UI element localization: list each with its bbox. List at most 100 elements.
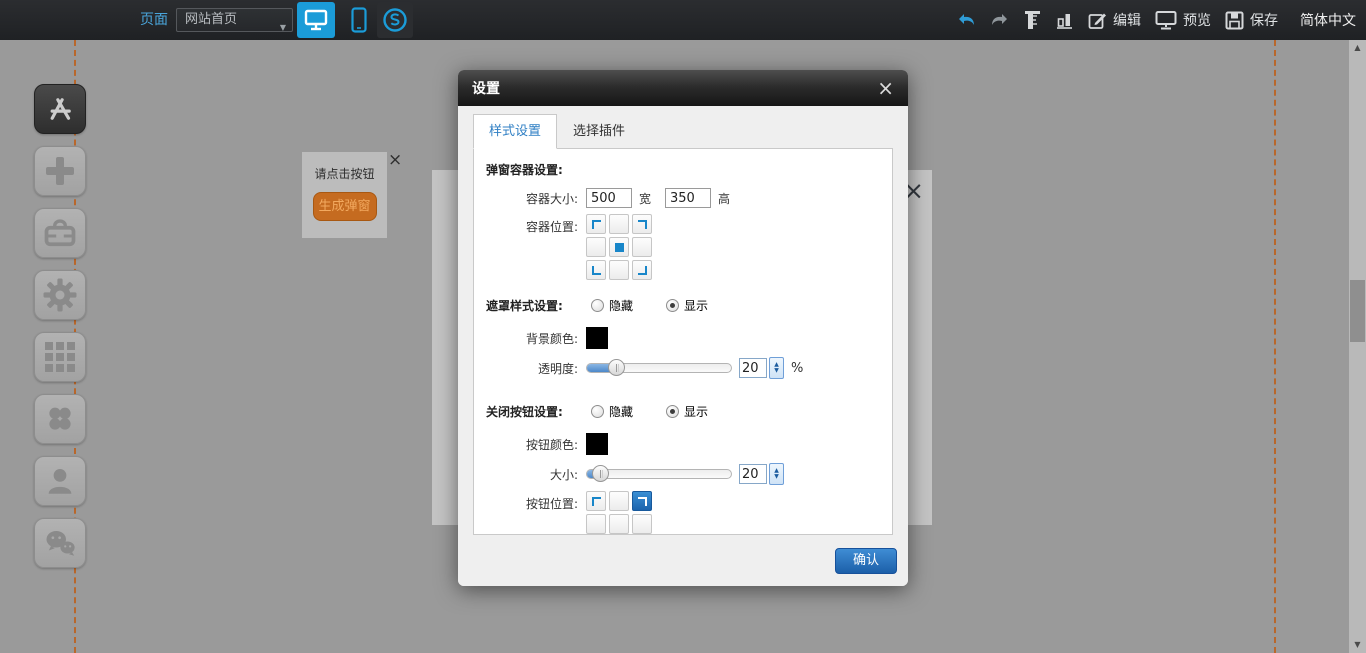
size-spinner[interactable]: ▲ ▼ [769, 463, 784, 485]
closebtn-position-label: 按钮位置: [486, 491, 578, 512]
container-height-input[interactable] [665, 188, 711, 208]
preview-button[interactable]: 预览 [1155, 10, 1211, 30]
design-tools-icon [43, 92, 77, 126]
position-right-button[interactable] [632, 237, 652, 257]
sidebar-item-toolbox[interactable] [34, 208, 86, 258]
sidebar-item-wechat[interactable] [34, 518, 86, 568]
position-left-button[interactable] [586, 237, 606, 257]
save-icon [1225, 11, 1244, 30]
closebtn-position-grid [586, 491, 652, 535]
edit-button[interactable]: 编辑 [1088, 10, 1141, 30]
btnpos-top-right-button[interactable] [632, 491, 652, 511]
position-top-left-button[interactable] [586, 214, 606, 234]
corner-top-right-icon [638, 220, 647, 229]
sidebar-item-design[interactable] [34, 84, 86, 134]
undo-icon [956, 12, 976, 28]
position-center-button[interactable] [609, 237, 629, 257]
closebtn-show-radio[interactable]: 显示 [661, 403, 708, 420]
save-button[interactable]: 保存 [1225, 10, 1278, 30]
app-stage: 页面 网站首页 ▼ [0, 0, 1366, 653]
sidebar-item-components[interactable] [34, 394, 86, 444]
sidebar-item-user[interactable] [34, 456, 86, 506]
canvas: 请点击按钮 生成弹窗 × × ▲ ▼ 设置 × 样式设置 选择插件 [0, 40, 1366, 653]
ruler-icon [1024, 10, 1042, 30]
preview-monitor-icon [1155, 10, 1177, 30]
ruler-button[interactable] [1024, 10, 1042, 30]
closebtn-hide-radio[interactable]: 隐藏 [586, 403, 633, 420]
center-square-icon [615, 243, 624, 252]
scrollbar-thumb[interactable] [1350, 280, 1365, 342]
container-width-input[interactable] [586, 188, 632, 208]
corner-top-left-icon [592, 220, 601, 229]
bg-color-label: 背景颜色: [486, 330, 578, 347]
corner-bottom-right-icon [638, 266, 647, 275]
position-top-button[interactable] [609, 214, 629, 234]
page-select[interactable]: 网站首页 ▼ [176, 8, 293, 32]
redo-icon [990, 12, 1010, 28]
tab-style-settings[interactable]: 样式设置 [473, 114, 557, 149]
position-top-right-button[interactable] [632, 214, 652, 234]
mobile-view-button[interactable] [340, 2, 378, 38]
opacity-slider[interactable] [586, 363, 732, 373]
link-circle-icon [382, 7, 408, 33]
bg-color-swatch[interactable] [586, 327, 608, 349]
size-slider-thumb[interactable] [592, 465, 609, 482]
tab-choose-plugin[interactable]: 选择插件 [557, 114, 641, 149]
closebtn-size-input[interactable] [739, 464, 767, 484]
radio-checked-icon [666, 299, 679, 312]
close-section-heading: 关闭按钮设置: 隐藏 显示 [474, 403, 892, 420]
container-size-label: 容器大小: [486, 190, 578, 207]
dialog-body: 样式设置 选择插件 弹窗容器设置: 容器大小: 宽 高 [458, 106, 908, 586]
vertical-scrollbar[interactable]: ▲ ▼ [1349, 40, 1366, 653]
opacity-value-input[interactable] [739, 358, 767, 378]
scroll-down-icon[interactable]: ▼ [1349, 637, 1366, 653]
btnpos-top-button[interactable] [609, 491, 629, 511]
sidebar-item-modules[interactable] [34, 332, 86, 382]
btnpos-center-button[interactable] [609, 514, 629, 534]
mask-show-radio[interactable]: 显示 [661, 297, 708, 314]
share-link-button[interactable] [377, 2, 413, 38]
widget-close-icon[interactable]: × [388, 152, 402, 169]
mask-opacity-row: 透明度: ▲ ▼ % [474, 357, 892, 379]
stats-icon [1056, 11, 1074, 29]
undo-button[interactable] [956, 12, 976, 28]
closebtn-color-swatch[interactable] [586, 433, 608, 455]
closebtn-color-row: 按钮颜色: [474, 433, 892, 455]
closebtn-show-label: 显示 [684, 403, 708, 420]
sidebar-item-add[interactable] [34, 146, 86, 196]
dialog-header[interactable]: 设置 × [458, 70, 908, 106]
opacity-slider-thumb[interactable] [608, 359, 625, 376]
closebtn-size-slider[interactable] [586, 469, 732, 479]
height-unit-label: 高 [718, 190, 730, 207]
closebtn-color-label: 按钮颜色: [486, 436, 578, 453]
language-switch[interactable]: 简体中文 [1300, 10, 1356, 30]
popup-widget[interactable]: 请点击按钮 生成弹窗 [302, 152, 387, 238]
btnpos-right-button[interactable] [632, 514, 652, 534]
container-position-label: 容器位置: [486, 214, 578, 235]
position-bottom-right-button[interactable] [632, 260, 652, 280]
position-bottom-button[interactable] [609, 260, 629, 280]
mask-hide-radio[interactable]: 隐藏 [586, 297, 633, 314]
btnpos-top-left-button[interactable] [586, 491, 606, 511]
radio-unchecked-icon [591, 299, 604, 312]
closebtn-size-label: 大小: [486, 466, 578, 483]
scroll-up-icon[interactable]: ▲ [1349, 40, 1366, 56]
redo-button[interactable] [990, 12, 1010, 28]
style-settings-panel: 弹窗容器设置: 容器大小: 宽 高 容器位置: [473, 148, 893, 535]
container-position-grid [586, 214, 652, 280]
mask-bgcolor-row: 背景颜色: [474, 327, 892, 349]
stats-button[interactable] [1056, 11, 1074, 29]
preview-label: 预览 [1183, 10, 1211, 30]
opacity-spinner[interactable]: ▲ ▼ [769, 357, 784, 379]
generate-popup-button[interactable]: 生成弹窗 [313, 192, 377, 221]
btnpos-left-button[interactable] [586, 514, 606, 534]
sidebar-item-settings[interactable] [34, 270, 86, 320]
confirm-button[interactable]: 确认 [835, 548, 897, 574]
container-size-row: 容器大小: 宽 高 [474, 188, 892, 208]
topbar: 页面 网站首页 ▼ [0, 0, 1366, 40]
desktop-view-button[interactable] [297, 2, 335, 38]
dialog-close-icon[interactable]: × [877, 78, 894, 98]
mask-show-label: 显示 [684, 297, 708, 314]
position-bottom-left-button[interactable] [586, 260, 606, 280]
desktop-icon [304, 8, 328, 32]
